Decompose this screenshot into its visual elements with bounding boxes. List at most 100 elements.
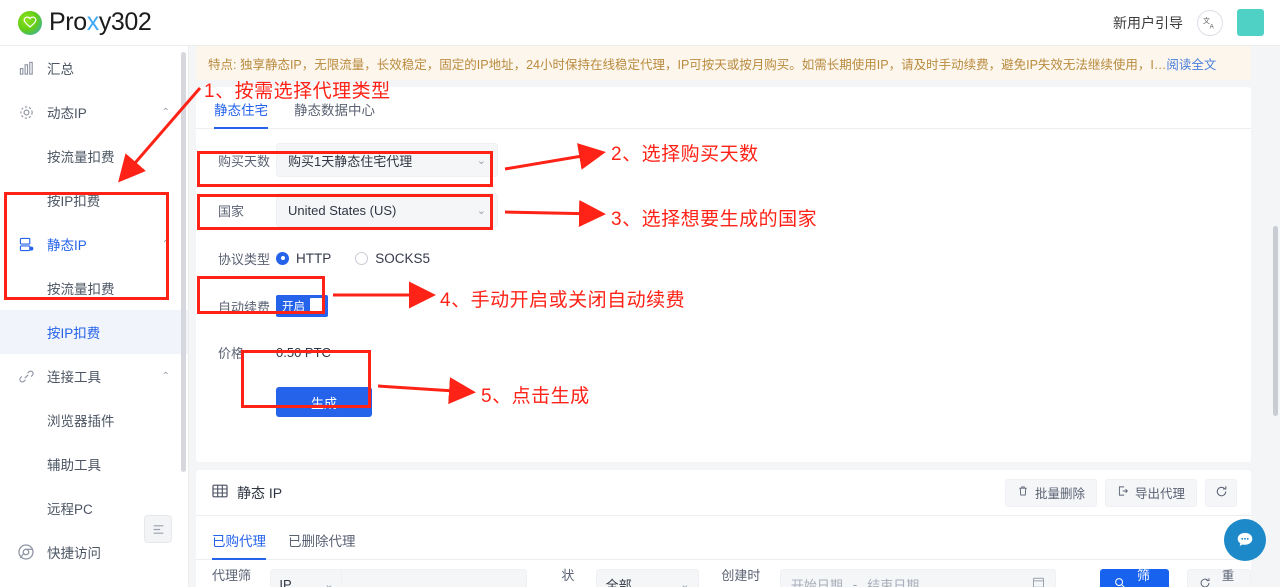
chevron-up-icon[interactable]: ⌃ (162, 107, 170, 118)
sidebar-item-recharge[interactable]: 充值 (0, 574, 188, 587)
status-value: 全部 (605, 577, 632, 587)
sidebar-item-label: 按流量扣费 (47, 150, 115, 165)
calendar-icon (1032, 576, 1045, 587)
search-filter-label: 筛选 (1136, 568, 1150, 583)
chart-bar-icon (16, 61, 36, 76)
chevron-down-icon: ⌄ (680, 578, 690, 587)
sidebar-scrollbar[interactable] (181, 52, 186, 472)
autorenew-label: 自动续费 (218, 299, 271, 315)
generate-button[interactable]: 生成 (276, 387, 372, 417)
sidebar-item-label: 浏览器插件 (47, 414, 115, 429)
chevron-down-icon: ⌄ (324, 578, 334, 587)
sidebar-item-summary[interactable]: 汇总 (0, 46, 188, 90)
annotation-3: 3、选择想要生成的国家 (611, 209, 818, 230)
tab-deleted-proxies[interactable]: 已删除代理 (288, 530, 356, 559)
sidebar-item-static-ip-billing[interactable]: 按IP扣费 (0, 310, 188, 354)
new-user-guide-link[interactable]: 新用户引导 (1113, 13, 1183, 33)
radio-http[interactable]: HTTP (276, 251, 331, 266)
price-value: 0.50 PTC (276, 344, 331, 360)
country-label: 国家 (218, 203, 245, 219)
content-scrollbar[interactable] (1273, 226, 1278, 416)
notice-text: 特点: 独享静态IP，无限流量，长效稳定，固定的IP地址，24小时保持在线稳定代… (208, 57, 1167, 72)
reset-label: 重置 (1221, 569, 1235, 583)
sidebar-item-label: 连接工具 (47, 370, 101, 385)
sidebar-item-dynamic-ip-billing[interactable]: 按IP扣费 (0, 178, 188, 222)
sidebar-item-browser-extension[interactable]: 浏览器插件 (0, 398, 188, 442)
sidebar-item-connect-tools[interactable]: 连接工具 ⌃ (0, 354, 188, 398)
chevron-down-icon: ⌄ (476, 204, 486, 217)
autorenew-state-label: 开启 (282, 301, 305, 313)
collapse-sidebar-icon[interactable] (144, 515, 172, 543)
static-ip-title: 静态 IP (212, 483, 282, 503)
protocol-label: 协议类型 (218, 251, 271, 267)
export-proxy-button[interactable]: 导出代理 (1104, 478, 1197, 507)
annotation-4: 4、手动开启或关闭自动续费 (440, 290, 686, 311)
radio-socks5[interactable]: SOCKS5 (355, 251, 430, 266)
dynamic-ip-icon (16, 105, 36, 120)
chrome-icon (16, 544, 36, 560)
status-select[interactable]: 全部 ⌄ (595, 569, 700, 587)
translate-icon[interactable]: 文 A (1197, 9, 1223, 36)
country-select[interactable]: United States (US) ⌄ (276, 193, 498, 227)
date-range-picker[interactable]: 开始日期 - 结束日期 (779, 569, 1056, 587)
refresh-button[interactable] (1205, 478, 1237, 507)
sidebar-item-dynamic-traffic[interactable]: 按流量扣费 (0, 134, 188, 178)
filter-type-value: IP (279, 576, 292, 587)
tab-static-datacenter[interactable]: 静态数据中心 (294, 99, 375, 128)
price-label: 价格 (218, 345, 245, 361)
chevron-up-icon[interactable]: ⌃ (162, 371, 170, 382)
search-filter-button[interactable]: 筛选 (1099, 568, 1169, 587)
annotation-1: 1、按需选择代理类型 (204, 81, 391, 102)
static-ip-card-actions: 批量删除 导出代理 (1004, 478, 1237, 507)
country-select-value: United States (US) (288, 202, 397, 218)
sidebar-item-label: 远程PC (47, 502, 93, 517)
annotation-5: 5、点击生成 (481, 386, 590, 407)
batch-delete-button[interactable]: 批量删除 (1004, 478, 1097, 507)
refresh-icon (1199, 577, 1211, 587)
tab-purchased-proxies[interactable]: 已购代理 (212, 530, 266, 560)
chat-bubble-icon[interactable] (1224, 519, 1266, 561)
read-more-link[interactable]: 阅读全文 (1166, 54, 1216, 73)
tab-static-residential[interactable]: 静态住宅 (214, 99, 268, 129)
sidebar-item-label: 按IP扣费 (47, 326, 101, 341)
static-ip-card-header: 静态 IP 批量删除 导出代理 (196, 470, 1251, 516)
sidebar-item-helper-tools[interactable]: 辅助工具 (0, 442, 188, 486)
export-icon (1117, 485, 1129, 500)
annotation-2: 2、选择购买天数 (611, 144, 759, 165)
sidebar-item-static-ip[interactable]: 静态IP ⌃ (0, 222, 188, 266)
protocol-radio-group: HTTP SOCKS5 (276, 251, 430, 266)
header-actions: 新用户引导 文 A (1113, 9, 1264, 36)
static-ip-icon (16, 237, 36, 252)
chevron-up-icon[interactable]: ⌃ (162, 239, 170, 250)
days-select-value: 购买1天静态住宅代理 (288, 153, 413, 169)
brand-logo[interactable]: Proxy302 (18, 8, 152, 37)
filter-type-select[interactable]: IP ⌄ (270, 569, 343, 587)
radio-dot-icon (355, 251, 369, 265)
sidebar-item-label: 按流量扣费 (47, 282, 115, 297)
trash-icon (1017, 485, 1029, 500)
notice-banner: 特点: 独享静态IP，无限流量，长效稳定，固定的IP地址，24小时保持在线稳定代… (196, 46, 1251, 80)
reset-button[interactable]: 重置 (1186, 569, 1251, 587)
batch-delete-label: 批量删除 (1034, 487, 1085, 501)
avatar[interactable] (1237, 9, 1264, 36)
chevron-down-icon: ⌄ (476, 154, 486, 167)
autorenew-row: 自动续费 开启 (218, 289, 1251, 323)
sidebar: 汇总 动态IP ⌃ 按流量扣费 按IP扣费 静态IP ⌃ 按流量扣费 按IP扣费 (0, 46, 189, 587)
proxy-filter-label: 代理筛选 (212, 568, 252, 583)
days-select[interactable]: 购买1天静态住宅代理 ⌄ (276, 143, 498, 177)
autorenew-toggle[interactable]: 开启 (276, 295, 328, 317)
app-header: Proxy302 新用户引导 文 A (0, 0, 1280, 46)
proxy-logo-icon (18, 10, 42, 35)
sidebar-item-label: 辅助工具 (47, 458, 101, 473)
main-content: 特点: 独享静态IP，无限流量，长效稳定，固定的IP地址，24小时保持在线稳定代… (189, 46, 1280, 587)
sidebar-item-label: 汇总 (47, 62, 74, 77)
sidebar-item-static-traffic[interactable]: 按流量扣费 (0, 266, 188, 310)
export-proxy-label: 导出代理 (1134, 487, 1185, 501)
static-ip-card: 静态 IP 批量删除 导出代理 已购代理 已删除代理 代理筛 IP ⌄ 状 全部… (196, 470, 1251, 587)
sidebar-item-dynamic-ip[interactable]: 动态IP ⌃ (0, 90, 188, 134)
svg-text:A: A (1210, 23, 1215, 30)
created-time-label: 创建时间 (721, 568, 761, 583)
price-row: 价格 0.50 PTC (218, 335, 1251, 369)
sidebar-item-label: 快捷访问 (47, 546, 101, 561)
filter-keyword-input[interactable] (342, 569, 528, 587)
